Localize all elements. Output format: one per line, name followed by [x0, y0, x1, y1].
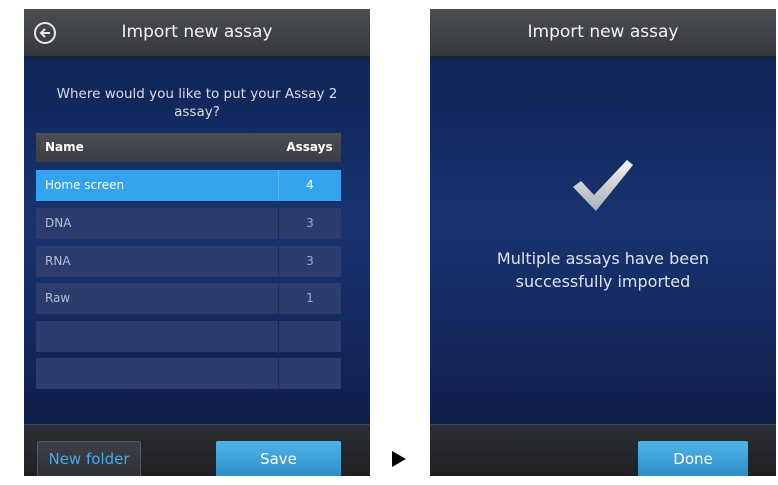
table-row[interactable]: DNA 3	[36, 208, 341, 239]
import-success-screen: Import new assay Multiple assays have be…	[430, 9, 776, 476]
page-title: Import new assay	[527, 22, 679, 42]
table-row-empty[interactable]	[36, 321, 341, 352]
save-button[interactable]: Save	[216, 441, 341, 476]
content-area: Multiple assays have been successfully i…	[430, 57, 776, 424]
column-header-name: Name	[45, 140, 84, 154]
footer-bar: Done	[430, 424, 776, 476]
assay-count	[278, 358, 341, 389]
folder-name: Raw	[45, 291, 71, 305]
done-button[interactable]: Done	[638, 441, 748, 476]
column-header-assays: Assays	[286, 140, 333, 154]
table-header: Name Assays	[36, 133, 341, 162]
checkmark-icon	[573, 160, 633, 211]
assay-count: 1	[278, 283, 341, 314]
assay-count	[278, 321, 341, 352]
title-bar: Import new assay	[430, 9, 776, 57]
folder-name: Home screen	[45, 178, 125, 192]
table-row-empty[interactable]	[36, 358, 341, 389]
play-arrow-icon	[392, 451, 406, 467]
folder-name: DNA	[45, 216, 72, 230]
content-area: Where would you like to put your Assay 2…	[24, 57, 370, 424]
page-title: Import new assay	[121, 22, 273, 42]
assay-count: 3	[278, 208, 341, 239]
table-row[interactable]: RNA 3	[36, 246, 341, 277]
title-bar: Import new assay	[24, 9, 370, 57]
footer-bar: New folder Save	[24, 424, 370, 476]
folder-name: RNA	[45, 254, 71, 268]
assay-count: 4	[278, 170, 341, 201]
success-message: Multiple assays have been successfully i…	[496, 249, 710, 291]
assay-count: 3	[278, 246, 341, 277]
prompt-text: Where would you like to put your Assay 2…	[56, 86, 338, 120]
import-location-screen: Import new assay Where would you like to…	[24, 9, 370, 476]
table-row[interactable]: Raw 1	[36, 283, 341, 314]
table-row[interactable]: Home screen 4	[36, 170, 341, 201]
new-folder-button[interactable]: New folder	[37, 441, 141, 476]
